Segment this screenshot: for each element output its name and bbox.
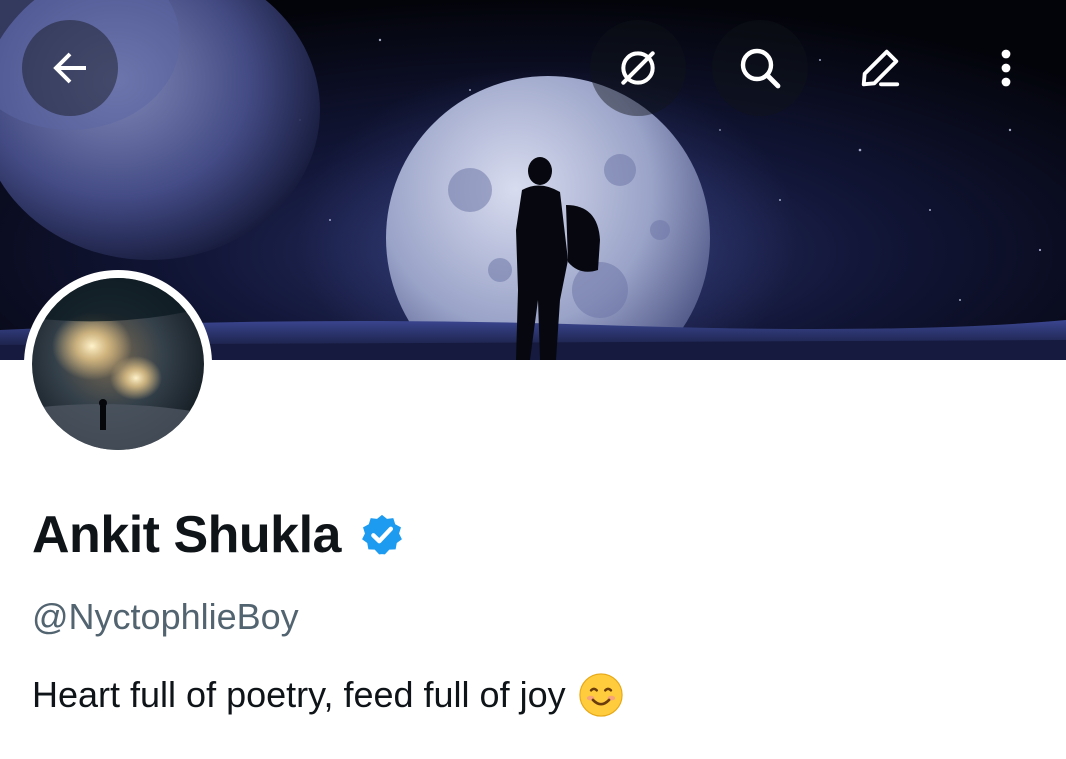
avatar[interactable] bbox=[24, 270, 212, 458]
back-button[interactable] bbox=[22, 20, 118, 116]
search-icon bbox=[740, 48, 781, 89]
search-button[interactable] bbox=[712, 20, 808, 116]
more-button[interactable] bbox=[958, 20, 1054, 116]
avatar-image bbox=[32, 278, 204, 450]
profile-name-row: Ankit Shukla bbox=[32, 502, 405, 568]
grok-button[interactable] bbox=[590, 20, 686, 116]
bio-text: Heart full of poetry, feed full of joy bbox=[32, 674, 566, 715]
arrow-left-icon bbox=[53, 52, 86, 84]
profile-name: Ankit Shukla bbox=[32, 506, 341, 564]
edit-button[interactable] bbox=[832, 20, 928, 116]
grok-icon bbox=[621, 51, 655, 85]
profile-bio: Heart full of poetry, feed full of joy bbox=[32, 672, 624, 718]
edit-icon bbox=[861, 49, 900, 87]
more-vertical-icon bbox=[1001, 49, 1011, 87]
profile-handle: @NyctophlieBoy bbox=[32, 596, 299, 637]
smiling-face-icon bbox=[578, 673, 623, 717]
verified-badge-icon[interactable] bbox=[359, 512, 405, 558]
